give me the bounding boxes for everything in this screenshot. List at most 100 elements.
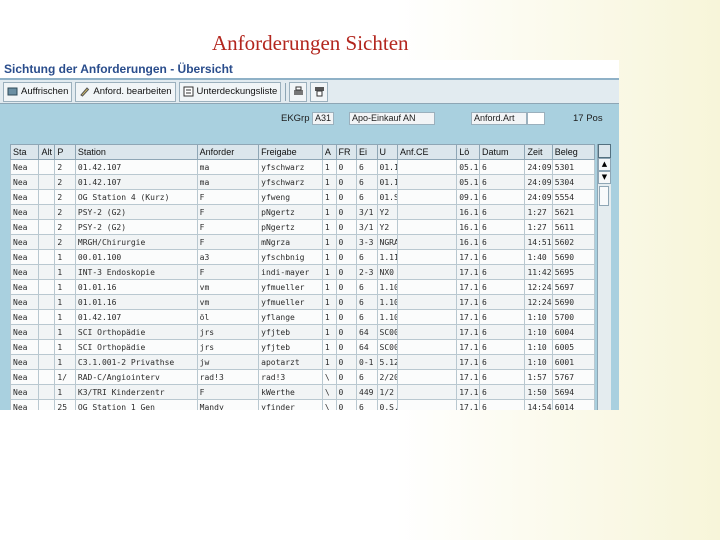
table-cell[interactable]: 0	[335, 249, 358, 265]
table-cell[interactable]: 01.01.16	[74, 279, 198, 295]
table-cell[interactable]: F	[196, 189, 260, 205]
table-cell[interactable]: Nea	[10, 189, 40, 205]
table-cell[interactable]: 6	[478, 399, 526, 410]
table-cell[interactable]	[396, 189, 458, 205]
table-cell[interactable]: öl	[196, 309, 260, 325]
table-cell[interactable]: SCI Orthopädie	[74, 339, 198, 355]
table-cell[interactable]: 1:10	[524, 309, 553, 325]
table-cell[interactable]: 1	[54, 309, 76, 325]
table-cell[interactable]: 1.10/92	[376, 309, 399, 325]
table-cell[interactable]: yfschbnig	[258, 249, 323, 265]
table-cell[interactable]: 17.10.	[456, 399, 480, 410]
table-cell[interactable]: Nea	[10, 249, 40, 265]
table-cell[interactable]	[396, 219, 458, 235]
table-cell[interactable]: 1:10	[524, 354, 553, 370]
table-cell[interactable]: Nea	[10, 309, 40, 325]
scroll-thumb[interactable]	[599, 186, 609, 206]
table-cell[interactable]: 1	[321, 324, 337, 340]
table-cell[interactable]	[396, 204, 458, 220]
table-cell[interactable]: F	[196, 204, 260, 220]
table-cell[interactable]: 6	[478, 354, 526, 370]
table-cell[interactable]: 17.10.	[456, 279, 480, 295]
table-cell[interactable]	[38, 369, 56, 385]
table-cell[interactable]	[396, 249, 458, 265]
table-cell[interactable]: 5611	[551, 219, 595, 235]
table-cell[interactable]: 1.1061	[376, 294, 399, 310]
table-cell[interactable]: Nea	[10, 294, 40, 310]
table-cell[interactable]: 6	[478, 279, 526, 295]
table-cell[interactable]	[396, 324, 458, 340]
scroll-up-arrow-icon[interactable]: ▲	[598, 158, 611, 171]
table-cell[interactable]	[396, 234, 458, 250]
table-cell[interactable]: MRGH/Chirurgie	[74, 234, 198, 250]
table-cell[interactable]: pNgertz	[258, 204, 323, 220]
table-cell[interactable]: 0	[335, 264, 358, 280]
table-cell[interactable]	[38, 234, 56, 250]
table-cell[interactable]: 6	[478, 234, 526, 250]
table-cell[interactable]: 6	[478, 309, 526, 325]
vertical-scrollbar[interactable]: ▲ ▼	[597, 144, 611, 410]
table-cell[interactable]	[38, 204, 56, 220]
table-cell[interactable]: jw	[196, 354, 260, 370]
table-cell[interactable]	[38, 249, 56, 265]
table-cell[interactable]	[396, 174, 458, 190]
request-type-value[interactable]	[527, 112, 545, 125]
table-cell[interactable]: 17.10.	[456, 309, 480, 325]
table-cell[interactable]: 0.S.A11	[376, 399, 399, 410]
table-row[interactable]: Nea1SCI Orthopädiejrsyfjteb1064SC0000017…	[10, 324, 595, 340]
table-cell[interactable]: 6	[478, 384, 526, 400]
table-cell[interactable]: F	[196, 234, 260, 250]
table-cell[interactable]: 6	[478, 324, 526, 340]
table-cell[interactable]: 1	[321, 264, 337, 280]
table-cell[interactable]: Y2	[376, 204, 399, 220]
table-cell[interactable]: 1	[321, 339, 337, 355]
table-cell[interactable]: 1:10	[524, 324, 553, 340]
table-cell[interactable]: \	[321, 399, 337, 410]
table-cell[interactable]: 01.S.A14	[376, 189, 399, 205]
table-cell[interactable]: 5690	[551, 249, 595, 265]
column-header[interactable]: FR	[335, 144, 358, 160]
table-cell[interactable]: 17.10.	[456, 369, 480, 385]
table-cell[interactable]: 1	[321, 204, 337, 220]
table-cell[interactable]: 01.42.107	[74, 159, 198, 175]
table-cell[interactable]: 12:24	[524, 279, 553, 295]
table-cell[interactable]: SCI Orthopädie	[74, 324, 198, 340]
table-cell[interactable]: apotarzt	[258, 354, 323, 370]
table-cell[interactable]: ma	[196, 159, 260, 175]
table-cell[interactable]: C3.1.001-2 Privathse	[74, 354, 198, 370]
table-cell[interactable]: 6	[478, 174, 526, 190]
table-cell[interactable]: 64	[356, 339, 378, 355]
column-header[interactable]: Anforder	[196, 144, 260, 160]
table-row[interactable]: Nea 1 K3/TRI Kinderzentr FkWerthe \ 0 449 1/2 17…	[10, 384, 595, 400]
request-type-field[interactable]: Anford.Art	[471, 112, 527, 125]
table-cell[interactable]: 5767	[551, 369, 595, 385]
column-header[interactable]: Datum	[478, 144, 526, 160]
table-cell[interactable]: 05.10.	[456, 159, 480, 175]
table-cell[interactable]	[38, 159, 56, 175]
table-cell[interactable]: 6004	[551, 324, 595, 340]
table-cell[interactable]	[38, 399, 56, 410]
table-cell[interactable]: Y2	[376, 219, 399, 235]
table-cell[interactable]: 1	[321, 294, 337, 310]
table-row[interactable]: Nea101.42.107ölyflange1061.10/9217.10.61…	[10, 309, 595, 325]
table-cell[interactable]: pNgertz	[258, 219, 323, 235]
table-cell[interactable]: indi-mayer	[258, 264, 323, 280]
table-row[interactable]: Nea2OG Station 4 (Kurz)Fyfweng10601.S.A1…	[10, 189, 595, 205]
table-cell[interactable]	[38, 174, 56, 190]
table-cell[interactable]: Nea	[10, 174, 40, 190]
table-cell[interactable]: 2	[54, 219, 76, 235]
table-cell[interactable]: 2	[54, 204, 76, 220]
table-cell[interactable]: F	[196, 384, 260, 400]
table-cell[interactable]: vm	[196, 279, 260, 295]
table-cell[interactable]: 1:40	[524, 249, 553, 265]
table-cell[interactable]: Nea	[10, 369, 40, 385]
table-cell[interactable]: 0	[335, 399, 358, 410]
table-cell[interactable]: 6001	[551, 354, 595, 370]
table-cell[interactable]: 01.42.107	[74, 309, 198, 325]
table-cell[interactable]: 6	[356, 369, 378, 385]
table-cell[interactable]: kWerthe	[258, 384, 323, 400]
table-cell[interactable]: 17.10.	[456, 339, 480, 355]
table-row[interactable]: Nea201.42.107mayfschwarz10601.10/9205.10…	[10, 174, 595, 190]
table-cell[interactable]: jrs	[196, 339, 260, 355]
table-row[interactable]: Nea 1 C3.1.001-2 Privathse jw apotarzt 1 0 0-1 5…	[10, 354, 595, 370]
